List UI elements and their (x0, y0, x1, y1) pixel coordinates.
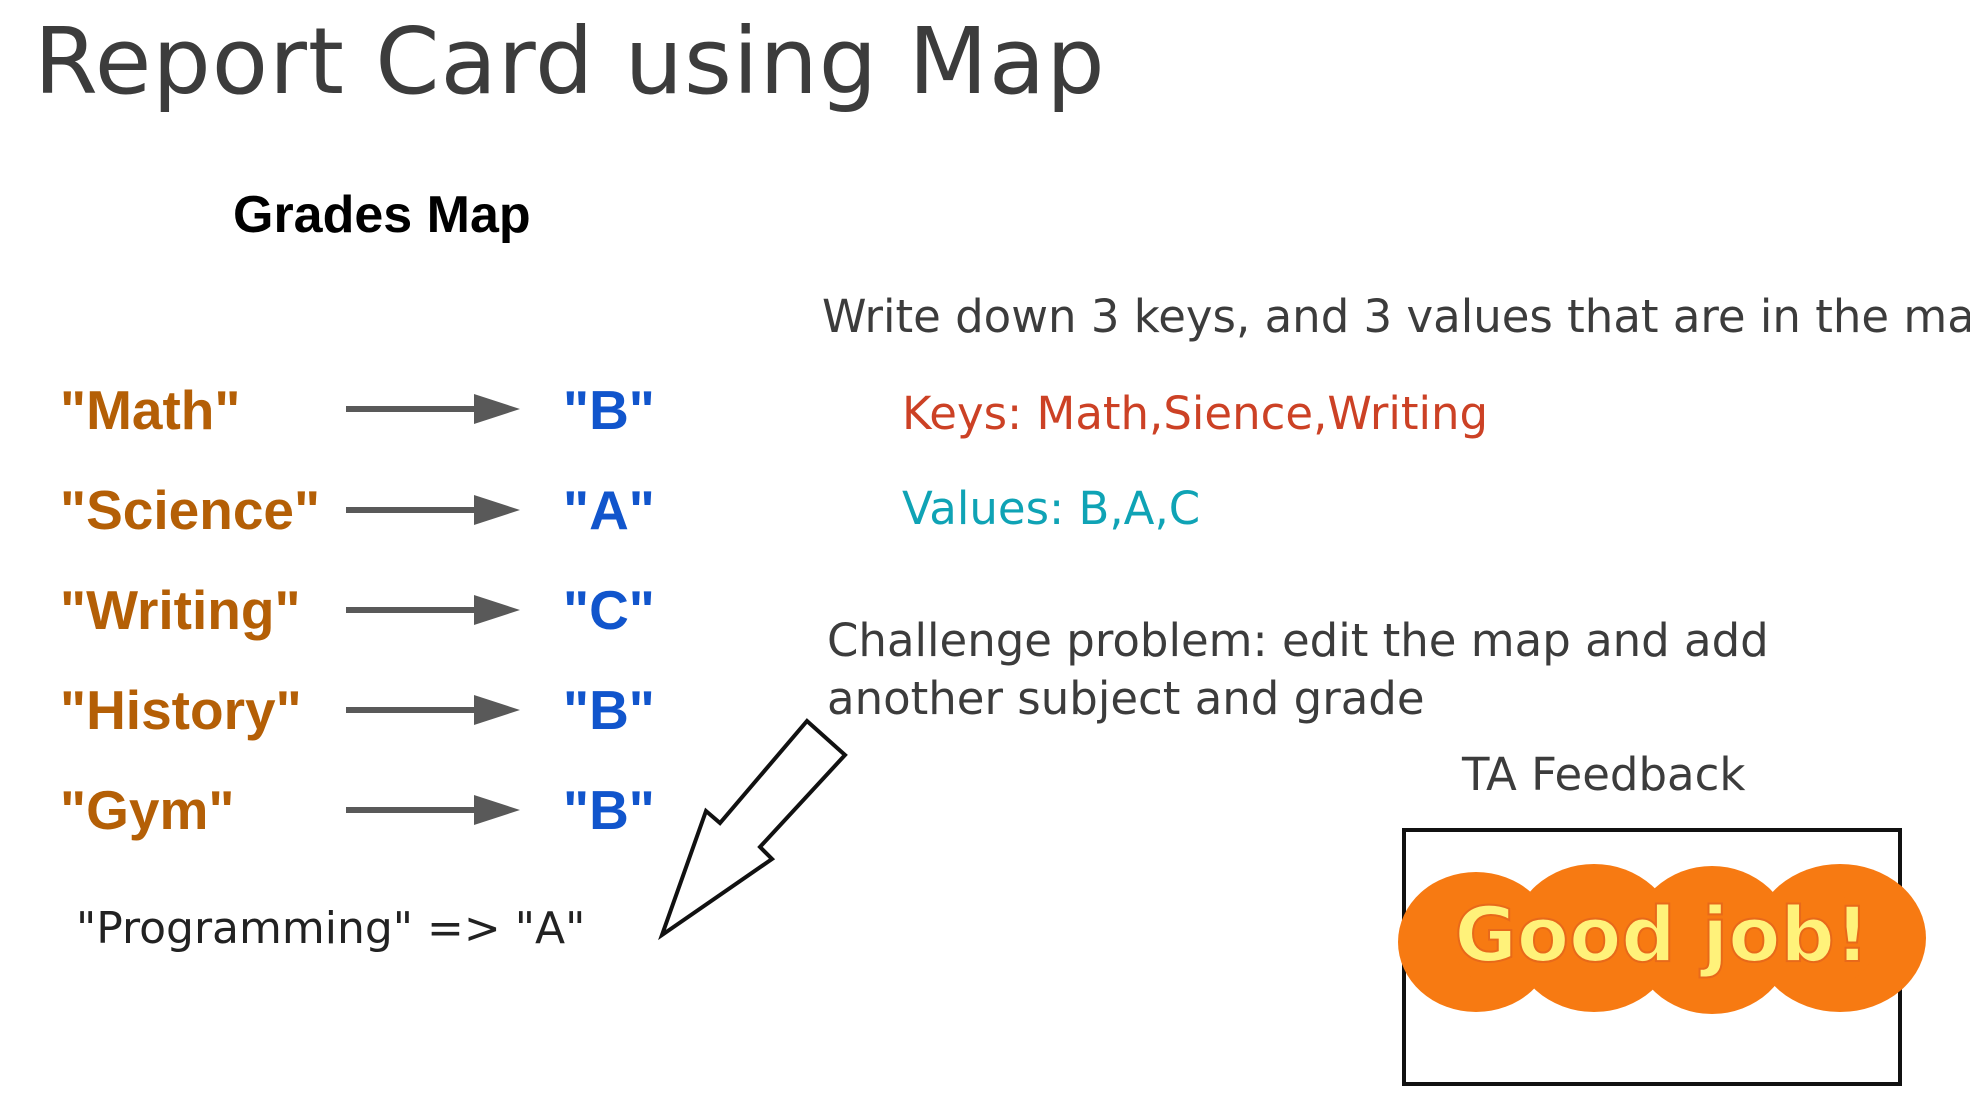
ta-feedback-label: TA Feedback (1462, 748, 1746, 801)
map-value-gym: "B" (563, 779, 655, 841)
map-key-gym: "Gym" (60, 779, 235, 841)
keys-answer: Keys: Math,Sience,Writing (902, 387, 1489, 440)
map-key-writing: "Writing" (60, 579, 301, 641)
challenge-problem: Challenge problem: edit the map and add … (827, 614, 1769, 725)
map-value-science: "A" (563, 479, 655, 541)
map-value-writing: "C" (563, 579, 655, 641)
map-key-science: "Science" (60, 479, 321, 541)
exercise-instruction: Write down 3 keys, and 3 values that are… (822, 290, 1970, 343)
right-arrow-icon (346, 795, 520, 825)
sticker-text: Good job! (1455, 890, 1870, 979)
map-key-math: "Math" (60, 379, 241, 441)
added-map-entry: "Programming" => "A" (76, 903, 586, 954)
map-value-math: "B" (563, 379, 655, 441)
right-arrow-icon (346, 495, 520, 525)
right-arrow-icon (346, 695, 520, 725)
grades-map-title: Grades Map (233, 186, 531, 244)
down-left-arrow-icon (658, 718, 848, 941)
map-key-history: "History" (60, 679, 302, 741)
good-job-sticker: Good job! (1398, 864, 1926, 1014)
values-answer: Values: B,A,C (902, 482, 1201, 535)
map-value-history: "B" (563, 679, 655, 741)
right-arrow-icon (346, 394, 520, 424)
slide-title: Report Card using Map (34, 8, 1106, 115)
right-arrow-icon (346, 595, 520, 625)
